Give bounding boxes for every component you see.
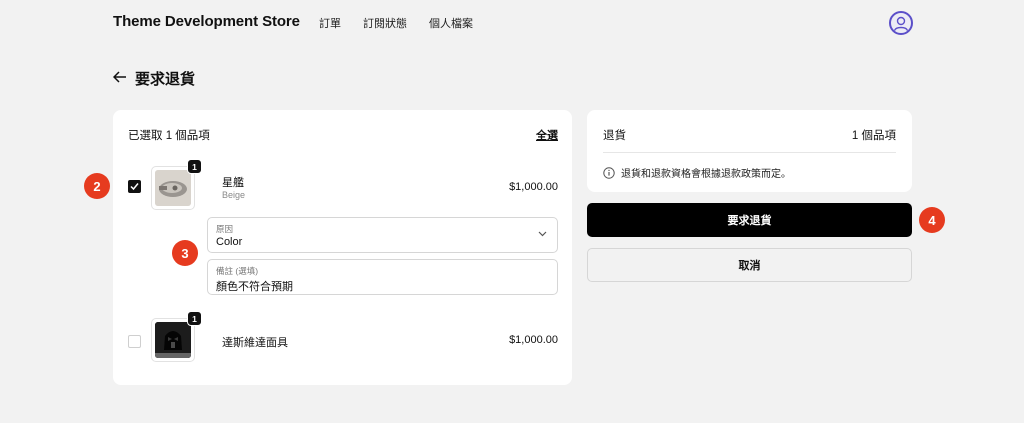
quantity-badge: 1 [187,159,202,174]
item-variant: Beige [222,190,246,200]
step-badge-2: 2 [84,173,110,199]
store-name[interactable]: Theme Development Store [113,13,300,30]
return-summary-card: 退貨 1 個品項 退貨和退款資格會根據退款政策而定。 [587,110,912,192]
user-icon [893,16,909,31]
divider [603,152,896,153]
reason-select[interactable]: 原因 Color [207,217,558,253]
page-heading: 要求退貨 [112,68,196,89]
selected-count: 已選取 1 個品項 [128,130,210,142]
reason-label: 原因 [216,224,234,234]
page-title: 要求退貨 [135,71,196,88]
back-arrow-icon[interactable] [112,70,127,87]
note-field[interactable]: 備註 (選填) 顏色不符合預期 [207,259,558,295]
product-thumbnail-starship: 1 [151,159,202,210]
quantity-badge: 1 [187,311,202,326]
item-price: $1,000.00 [509,334,558,346]
return-label: 退貨 [603,130,626,142]
request-return-button[interactable]: 要求退貨 [587,203,912,237]
info-icon [603,166,615,179]
product-thumbnail-vader-mask: 1 [151,311,202,362]
item-name: 達斯維達面具 [222,337,288,349]
starship-image [155,170,191,206]
nav-profile[interactable]: 個人檔案 [429,15,473,31]
nav-orders[interactable]: 訂單 [319,15,341,31]
policy-notice-text: 退貨和退款資格會根據退款政策而定。 [621,169,791,180]
checkmark-icon [130,183,139,191]
main-nav: 訂單 訂閱狀態 個人檔案 [319,15,495,31]
reason-value: Color [216,236,243,248]
nav-subscriptions[interactable]: 訂閱狀態 [363,15,407,31]
item-checkbox-vader-mask[interactable] [128,335,141,348]
policy-notice: 退貨和退款資格會根據退款政策而定。 [603,165,791,180]
chevron-down-icon [538,231,547,237]
cancel-button[interactable]: 取消 [587,248,912,282]
item-checkbox-starship[interactable] [128,180,141,193]
select-all-link[interactable]: 全選 [536,127,558,143]
step-badge-3: 3 [172,240,198,266]
avatar[interactable] [889,11,913,35]
note-label: 備註 (選填) [216,266,259,276]
item-price: $1,000.00 [509,181,558,193]
vader-mask-image [155,322,191,358]
return-count: 1 個品項 [851,130,896,142]
item-name: 星艦 [222,177,244,189]
step-badge-4: 4 [919,207,945,233]
top-header: Theme Development Store 訂單 訂閱狀態 個人檔案 [0,0,1024,46]
note-value: 顏色不符合預期 [216,281,293,293]
